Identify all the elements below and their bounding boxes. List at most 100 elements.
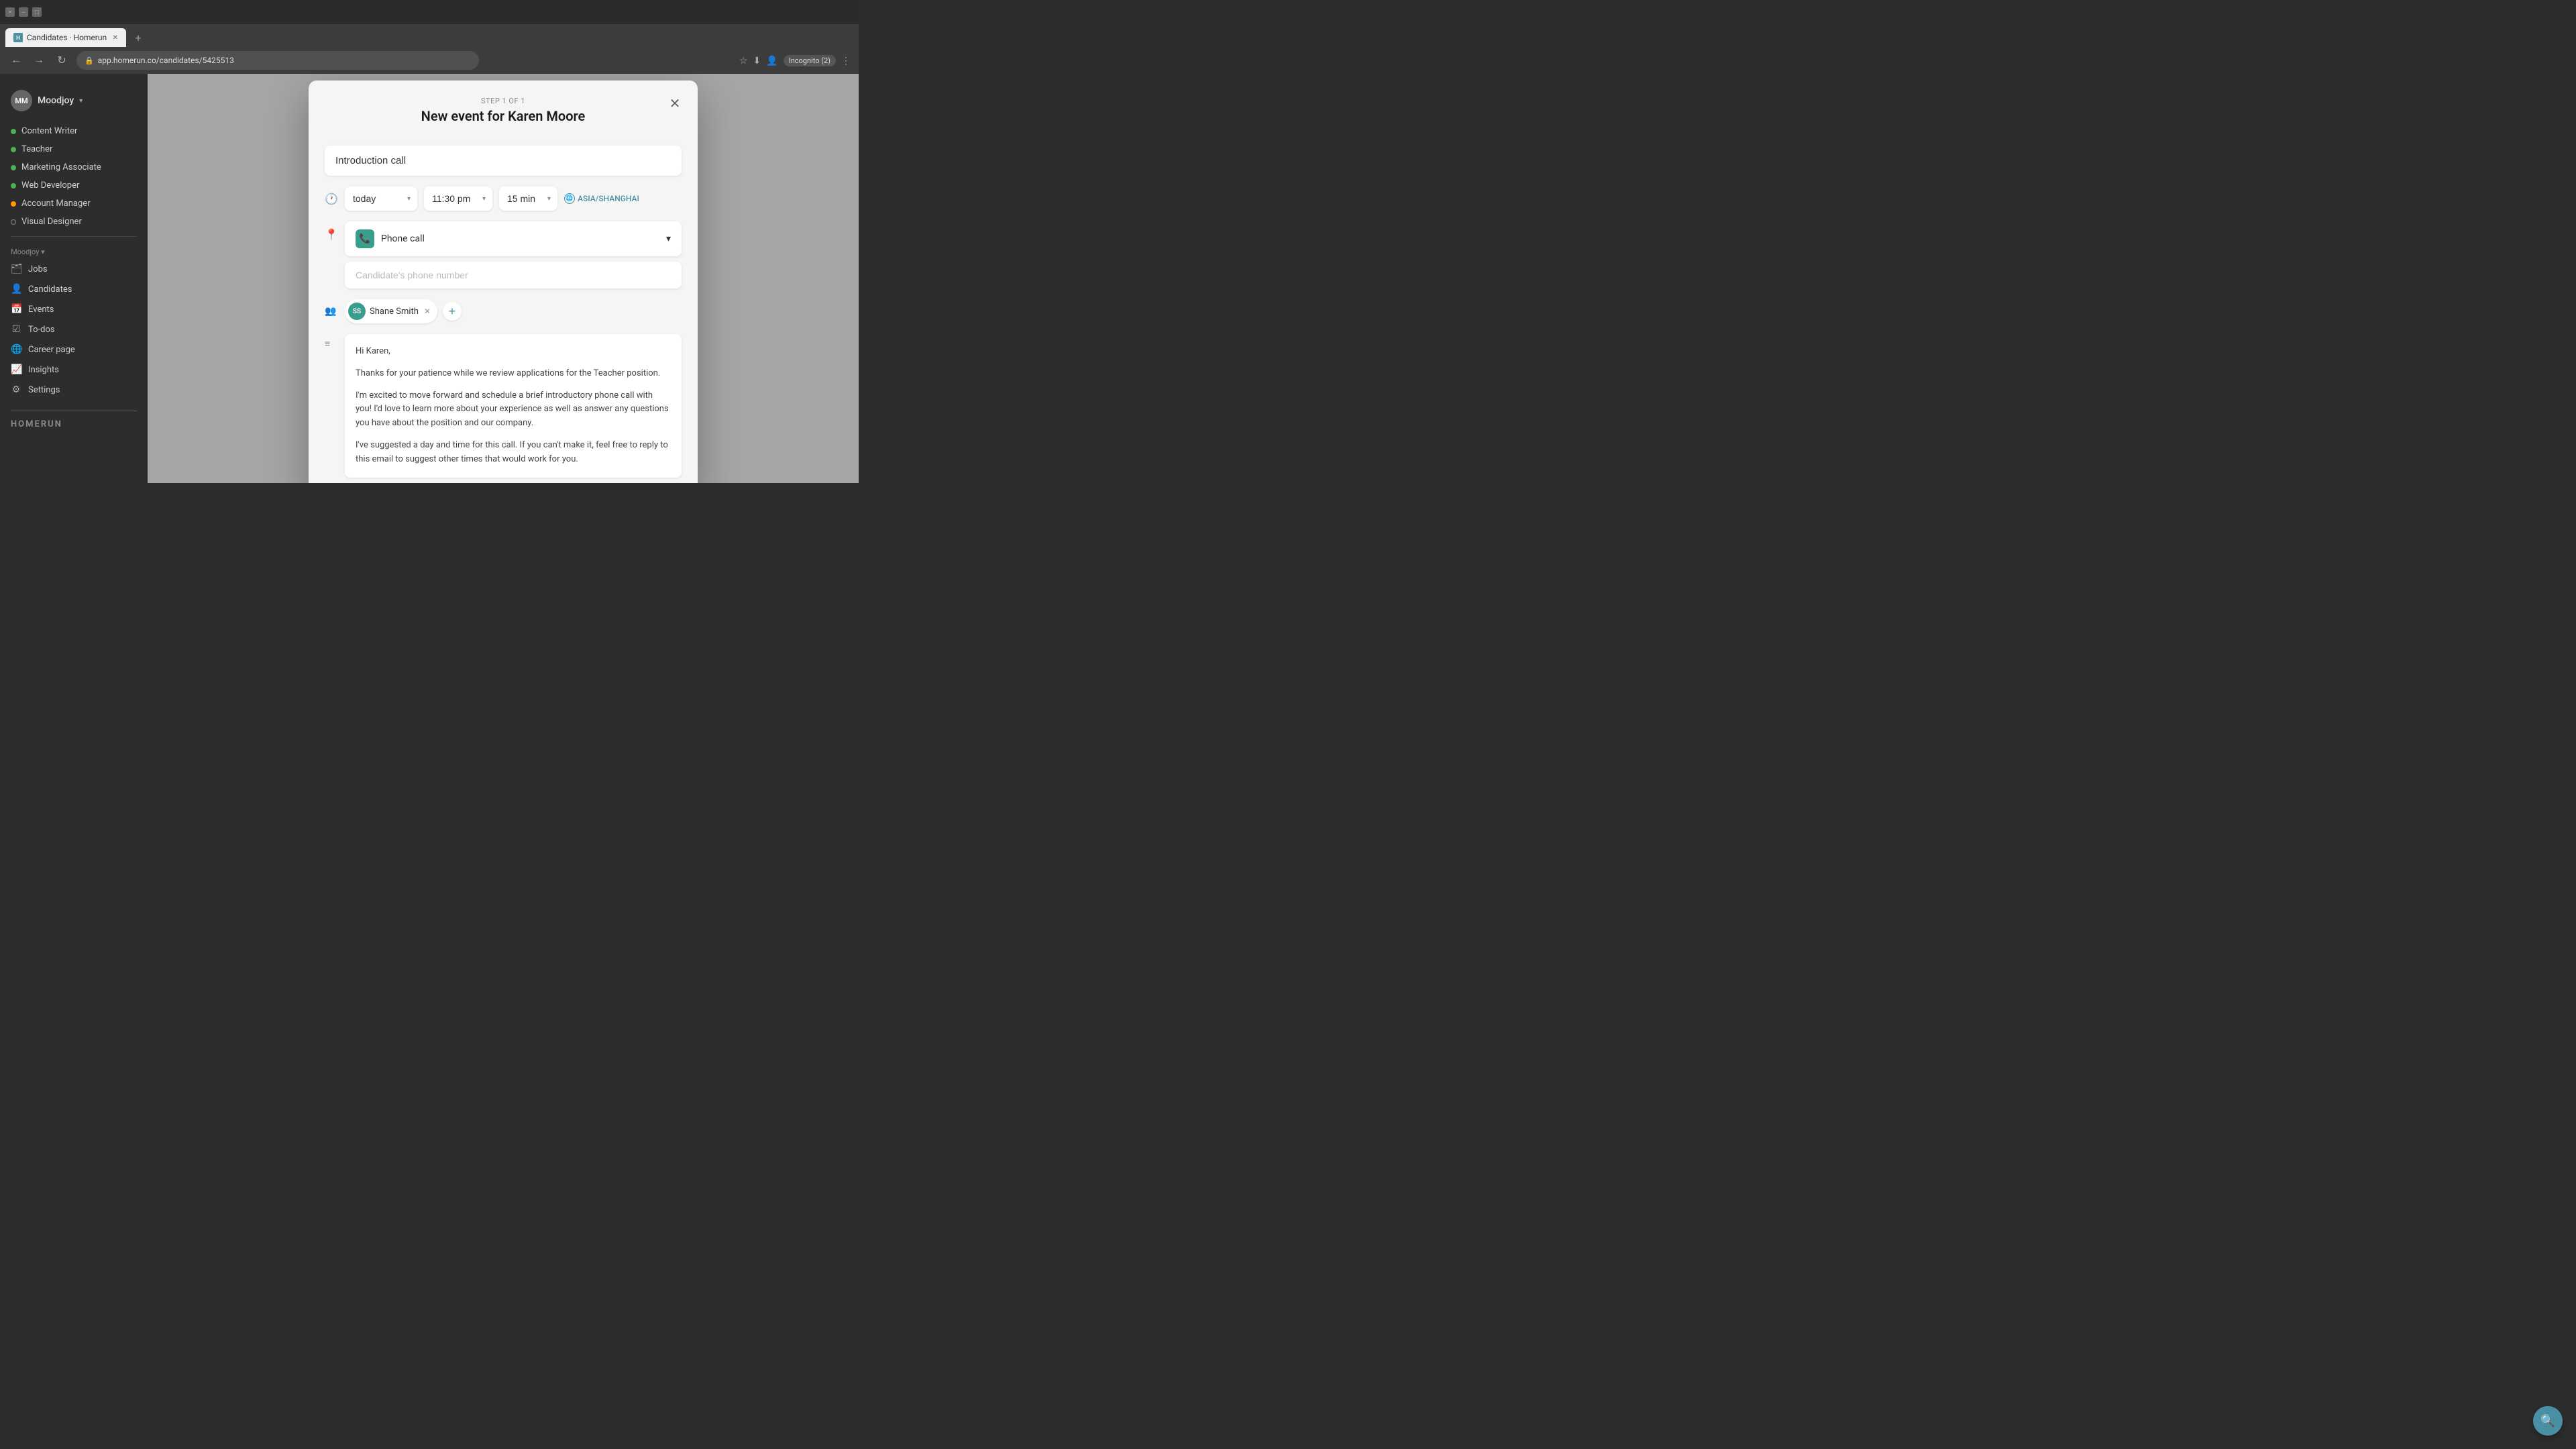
- location-pin-icon: 📍: [325, 228, 338, 241]
- app-container: MM Moodjoy ▾ Content Writer Teacher Mark…: [0, 74, 859, 483]
- attendee-tag: SS Shane Smith ✕: [345, 299, 437, 323]
- sidebar-item-teacher[interactable]: Teacher: [0, 140, 148, 158]
- new-tab-button[interactable]: +: [129, 28, 148, 47]
- dot-icon: [11, 147, 16, 152]
- modal-step-label: STEP 1 OF 1: [325, 97, 682, 105]
- modal-body: 🕐 today tomorrow next week 11:00 pm: [309, 135, 698, 483]
- sidebar-item-label: Teacher: [21, 144, 52, 154]
- homerun-logo-text: HOMERUN: [11, 411, 137, 429]
- sidebar-item-career-page[interactable]: 🌐 Career page: [0, 339, 148, 360]
- sidebar-item-label: Web Developer: [21, 180, 79, 191]
- phone-number-input[interactable]: [345, 262, 682, 288]
- address-bar-right: ☆ ⬇ 👤 Incognito (2) ⋮: [739, 55, 851, 66]
- career-page-icon: 🌐: [11, 344, 21, 355]
- sidebar-item-todos[interactable]: ☑ To-dos: [0, 319, 148, 339]
- sidebar-item-label: Settings: [28, 385, 60, 395]
- sidebar-item-visual-designer[interactable]: Visual Designer: [0, 213, 148, 231]
- menu-button[interactable]: ⋮: [841, 55, 851, 66]
- sidebar-item-account-manager[interactable]: Account Manager: [0, 195, 148, 213]
- sidebar-item-settings[interactable]: ⚙ Settings: [0, 380, 148, 400]
- download-button[interactable]: ⬇: [753, 55, 761, 66]
- location-chevron-icon: ▾: [666, 233, 671, 244]
- sidebar-item-candidates[interactable]: 👤 Candidates: [0, 279, 148, 299]
- date-select-wrapper: today tomorrow next week: [345, 186, 417, 211]
- address-bar: ← → ↻ 🔒 app.homerun.co/candidates/542551…: [0, 47, 859, 74]
- support-chat-button[interactable]: 🔍: [2533, 1406, 2563, 1436]
- main-content: STEP 1 OF 1 New event for Karen Moore ✕ …: [148, 74, 859, 483]
- sidebar-item-content-writer[interactable]: Content Writer: [0, 122, 148, 140]
- sidebar-item-label: Visual Designer: [21, 217, 82, 227]
- forward-button[interactable]: →: [31, 52, 47, 68]
- jobs-icon: 🗂: [11, 264, 21, 274]
- sidebar-item-label: Insights: [28, 365, 59, 375]
- back-button[interactable]: ←: [8, 52, 24, 68]
- dot-icon: [11, 183, 16, 189]
- modal-overlay: STEP 1 OF 1 New event for Karen Moore ✕ …: [148, 74, 859, 483]
- attendee-name: Shane Smith: [370, 307, 419, 317]
- sidebar-item-label: Events: [28, 305, 54, 315]
- sidebar-item-label: Jobs: [28, 264, 48, 274]
- user-chevron-icon: ▾: [79, 97, 83, 105]
- sidebar-logo: HOMERUN: [0, 400, 148, 440]
- titlebar: × – □: [0, 0, 859, 24]
- phone-call-left: 📞 Phone call: [356, 229, 425, 248]
- insights-icon: 📈: [11, 364, 21, 375]
- sidebar-divider: [11, 236, 137, 237]
- maximize-window-button[interactable]: □: [32, 7, 42, 17]
- url-input-area[interactable]: 🔒 app.homerun.co/candidates/5425513: [76, 51, 479, 70]
- close-window-button[interactable]: ×: [5, 7, 15, 17]
- time-select[interactable]: 11:00 pm 11:15 pm 11:30 pm 11:45 pm: [424, 186, 492, 211]
- sidebar-item-web-developer[interactable]: Web Developer: [0, 176, 148, 195]
- message-greeting: Hi Karen,: [356, 345, 671, 359]
- sidebar-item-events[interactable]: 📅 Events: [0, 299, 148, 319]
- timezone-label: ASIA/SHANGHAI: [578, 194, 639, 203]
- event-name-input[interactable]: [325, 146, 682, 176]
- duration-select[interactable]: 15 min 30 min 45 min 1 hour: [499, 186, 557, 211]
- reload-button[interactable]: ↻: [54, 52, 70, 68]
- bookmark-button[interactable]: ☆: [739, 55, 748, 66]
- sidebar-item-insights[interactable]: 📈 Insights: [0, 360, 148, 380]
- tab-close-icon[interactable]: ✕: [113, 34, 118, 42]
- sidebar: MM Moodjoy ▾ Content Writer Teacher Mark…: [0, 74, 148, 483]
- support-icon: 🔍: [2540, 1414, 2555, 1428]
- user-name-label: Moodjoy: [38, 95, 74, 106]
- date-select[interactable]: today tomorrow next week: [345, 186, 417, 211]
- settings-icon: ⚙: [11, 384, 21, 395]
- sidebar-item-jobs[interactable]: 🗂 Jobs: [0, 259, 148, 279]
- sidebar-item-label: Content Writer: [21, 126, 77, 136]
- clock-icon: 🕐: [325, 193, 338, 205]
- message-body-2: I'm excited to move forward and schedule…: [356, 389, 671, 431]
- sidebar-item-marketing-associate[interactable]: Marketing Associate: [0, 158, 148, 176]
- attendee-avatar: SS: [348, 303, 366, 320]
- tab-bar: H Candidates · Homerun ✕ +: [0, 24, 859, 47]
- remove-attendee-button[interactable]: ✕: [424, 307, 431, 316]
- add-attendee-button[interactable]: +: [443, 302, 462, 321]
- location-row: 📍 📞 Phone call ▾: [325, 221, 682, 288]
- datetime-row: 🕐 today tomorrow next week 11:00 pm: [325, 186, 682, 211]
- location-type-select[interactable]: 📞 Phone call ▾: [345, 221, 682, 256]
- sidebar-user[interactable]: MM Moodjoy ▾: [0, 85, 148, 122]
- events-icon: 📅: [11, 304, 21, 315]
- active-tab[interactable]: H Candidates · Homerun ✕: [5, 28, 126, 47]
- lock-icon: 🔒: [85, 56, 94, 65]
- tab-title: Candidates · Homerun: [27, 33, 107, 42]
- avatar: MM: [11, 90, 32, 111]
- timezone-badge[interactable]: 🌐 ASIA/SHANGHAI: [564, 193, 639, 204]
- todos-icon: ☑: [11, 324, 21, 335]
- tab-favicon-icon: H: [13, 33, 23, 42]
- url-text: app.homerun.co/candidates/5425513: [98, 56, 234, 65]
- attendees-list: SS Shane Smith ✕ +: [345, 299, 462, 323]
- modal-close-button[interactable]: ✕: [665, 94, 684, 113]
- message-body-3: I've suggested a day and time for this c…: [356, 439, 671, 467]
- dot-icon: [11, 129, 16, 134]
- incognito-badge[interactable]: Incognito (2): [784, 55, 836, 66]
- sidebar-item-label: To-dos: [28, 325, 55, 335]
- attendees-row: 👥 SS Shane Smith ✕ +: [325, 299, 682, 323]
- modal-title: New event for Karen Moore: [325, 108, 682, 124]
- sidebar-item-label: Career page: [28, 345, 75, 355]
- phone-icon: 📞: [356, 229, 374, 248]
- sidebar-item-label: Candidates: [28, 284, 72, 294]
- window-controls: × – □: [5, 7, 42, 17]
- profile-button[interactable]: 👤: [766, 55, 777, 66]
- minimize-window-button[interactable]: –: [19, 7, 28, 17]
